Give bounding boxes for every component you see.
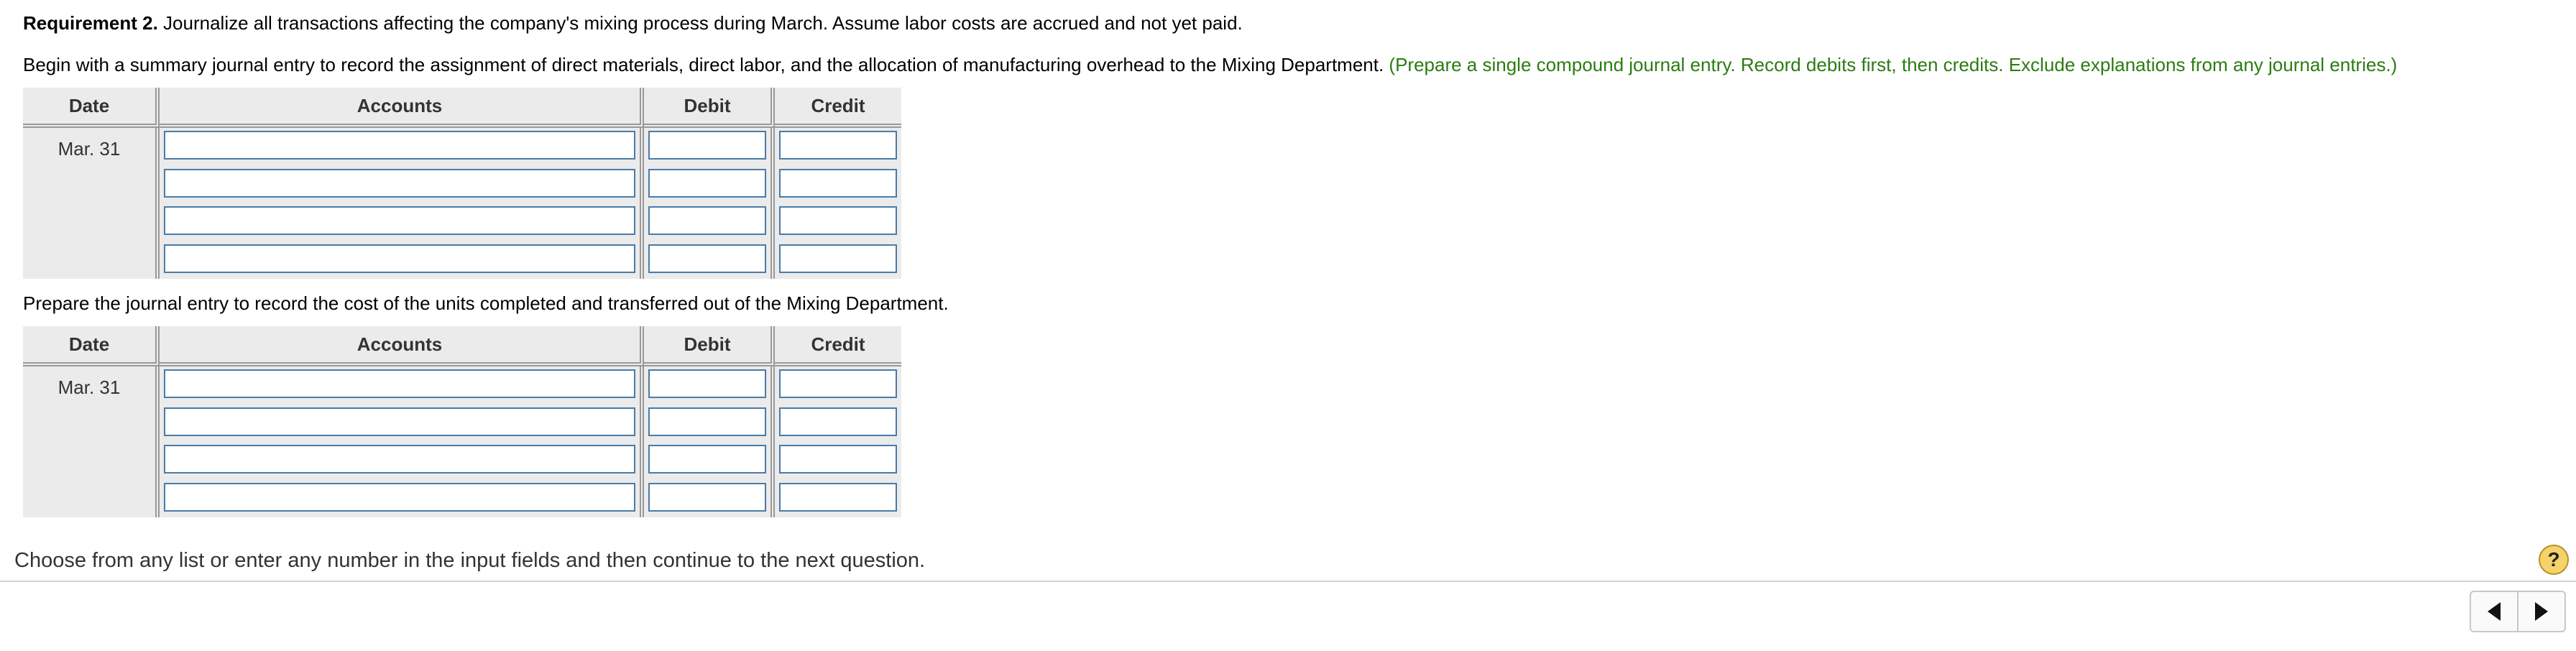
navigation-buttons xyxy=(2470,591,2566,632)
entry-date: Mar. 31 xyxy=(23,366,160,517)
accounts-header: Accounts xyxy=(160,88,644,128)
credit-input[interactable] xyxy=(779,445,897,474)
divider xyxy=(0,581,2576,582)
credit-input[interactable] xyxy=(779,482,897,512)
credit-header: Credit xyxy=(775,88,901,128)
journal-entry-table-1: Date Accounts Debit Credit Mar. 31 xyxy=(23,88,901,279)
debit-input[interactable] xyxy=(648,369,766,398)
help-icon[interactable]: ? xyxy=(2539,545,2569,575)
date-header: Date xyxy=(23,326,160,366)
triangle-right-icon xyxy=(2535,602,2548,621)
journal-entry-table-2: Date Accounts Debit Credit Mar. 31 xyxy=(23,326,901,517)
accounts-header: Accounts xyxy=(160,326,644,366)
debit-input[interactable] xyxy=(648,168,766,198)
credit-header: Credit xyxy=(775,326,901,366)
account-input[interactable] xyxy=(164,206,635,235)
footer-instruction: Choose from any list or enter any number… xyxy=(14,549,926,572)
credit-input[interactable] xyxy=(779,369,897,398)
debit-input[interactable] xyxy=(648,445,766,474)
requirement-text: Journalize all transactions affecting th… xyxy=(157,12,1243,34)
account-input[interactable] xyxy=(164,168,635,198)
previous-button[interactable] xyxy=(2471,592,2517,631)
triangle-left-icon xyxy=(2488,602,2501,621)
account-input[interactable] xyxy=(164,445,635,474)
credit-input[interactable] xyxy=(779,407,897,436)
credit-input[interactable] xyxy=(779,244,897,273)
credit-input[interactable] xyxy=(779,168,897,198)
debit-input[interactable] xyxy=(648,244,766,273)
requirement-line: Requirement 2. Journalize all transactio… xyxy=(23,11,1243,34)
entry2-instruction: Prepare the journal entry to record the … xyxy=(23,292,949,314)
entry1-instruction: Begin with a summary journal entry to re… xyxy=(23,54,1389,75)
requirement-label: Requirement 2. xyxy=(23,12,158,34)
credit-input[interactable] xyxy=(779,206,897,235)
entry-date: Mar. 31 xyxy=(23,128,160,279)
debit-header: Debit xyxy=(644,326,775,366)
next-button[interactable] xyxy=(2517,592,2564,631)
debit-input[interactable] xyxy=(648,407,766,436)
account-input[interactable] xyxy=(164,407,635,436)
entry2-instruction-line: Prepare the journal entry to record the … xyxy=(23,292,949,315)
debit-input[interactable] xyxy=(648,206,766,235)
debit-input[interactable] xyxy=(648,482,766,512)
entry1-instruction-line: Begin with a summary journal entry to re… xyxy=(23,53,2397,76)
debit-input[interactable] xyxy=(648,131,766,160)
account-input[interactable] xyxy=(164,131,635,160)
account-input[interactable] xyxy=(164,482,635,512)
account-input[interactable] xyxy=(164,369,635,398)
account-input[interactable] xyxy=(164,244,635,273)
debit-header: Debit xyxy=(644,88,775,128)
entry1-hint: (Prepare a single compound journal entry… xyxy=(1389,54,2398,75)
credit-input[interactable] xyxy=(779,131,897,160)
date-header: Date xyxy=(23,88,160,128)
